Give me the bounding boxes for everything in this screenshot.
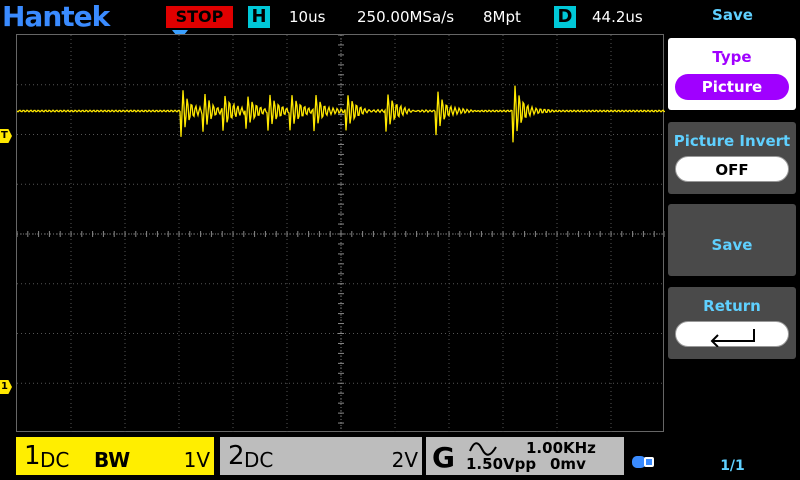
channel2-coupling: DC [244,448,274,472]
side-menu: Save Type Picture Picture Invert OFF Sav… [665,0,800,480]
memory-depth: 8Mpt [483,8,521,26]
type-option[interactable]: Type Picture [668,38,796,110]
save-button[interactable]: Save [668,204,796,276]
channel1-panel[interactable]: 1 DC BW 1V [16,437,214,475]
channel1-bandwidth-limit: BW [94,448,131,472]
picture-invert-label: Picture Invert [673,132,791,150]
channel-status-bar: 1 DC BW 1V 2 DC 2V G 1.00KHz 1.50Vpp 0mv [0,432,665,480]
channel2-number: 2 [228,441,245,471]
picture-invert-value[interactable]: OFF [675,156,789,182]
status-bar: Hantek STOP H 10us 250.00MSa/s 8Mpt D 44… [0,0,665,34]
channel1-coupling: DC [40,448,70,472]
time-base: 10us [289,8,326,26]
trigger-level-marker[interactable]: T [0,129,12,143]
horizontal-icon: H [248,6,270,28]
menu-page-indicator: 1/1 [720,458,745,474]
trigger-delay: 44.2us [592,8,643,26]
brand-logo: Hantek [2,0,110,33]
lan-icon [632,456,654,468]
return-arrow-icon[interactable] [675,321,789,348]
generator-amplitude: 1.50Vpp [466,455,537,473]
generator-offset: 0mv [550,455,586,473]
menu-title: Save [712,6,753,24]
graticule [17,35,665,433]
type-label: Type [712,48,752,66]
waveform-display[interactable] [16,34,665,433]
run-stop-indicator[interactable]: STOP [166,6,233,28]
channel1-offset-marker[interactable]: 1 [0,380,12,394]
channel1-scale: 1V [183,448,210,472]
generator-panel[interactable]: G 1.00KHz 1.50Vpp 0mv [426,437,624,475]
return-button[interactable]: Return [668,287,796,359]
delay-icon: D [554,6,576,28]
sample-rate: 250.00MSa/s [357,8,455,26]
picture-invert-option[interactable]: Picture Invert OFF [668,122,796,194]
type-value[interactable]: Picture [675,74,789,100]
generator-label: G [432,441,455,474]
channel1-number: 1 [24,441,41,471]
channel2-scale: 2V [391,448,418,472]
save-label: Save [711,236,753,254]
return-label: Return [703,297,761,315]
channel2-panel[interactable]: 2 DC 2V [220,437,422,475]
